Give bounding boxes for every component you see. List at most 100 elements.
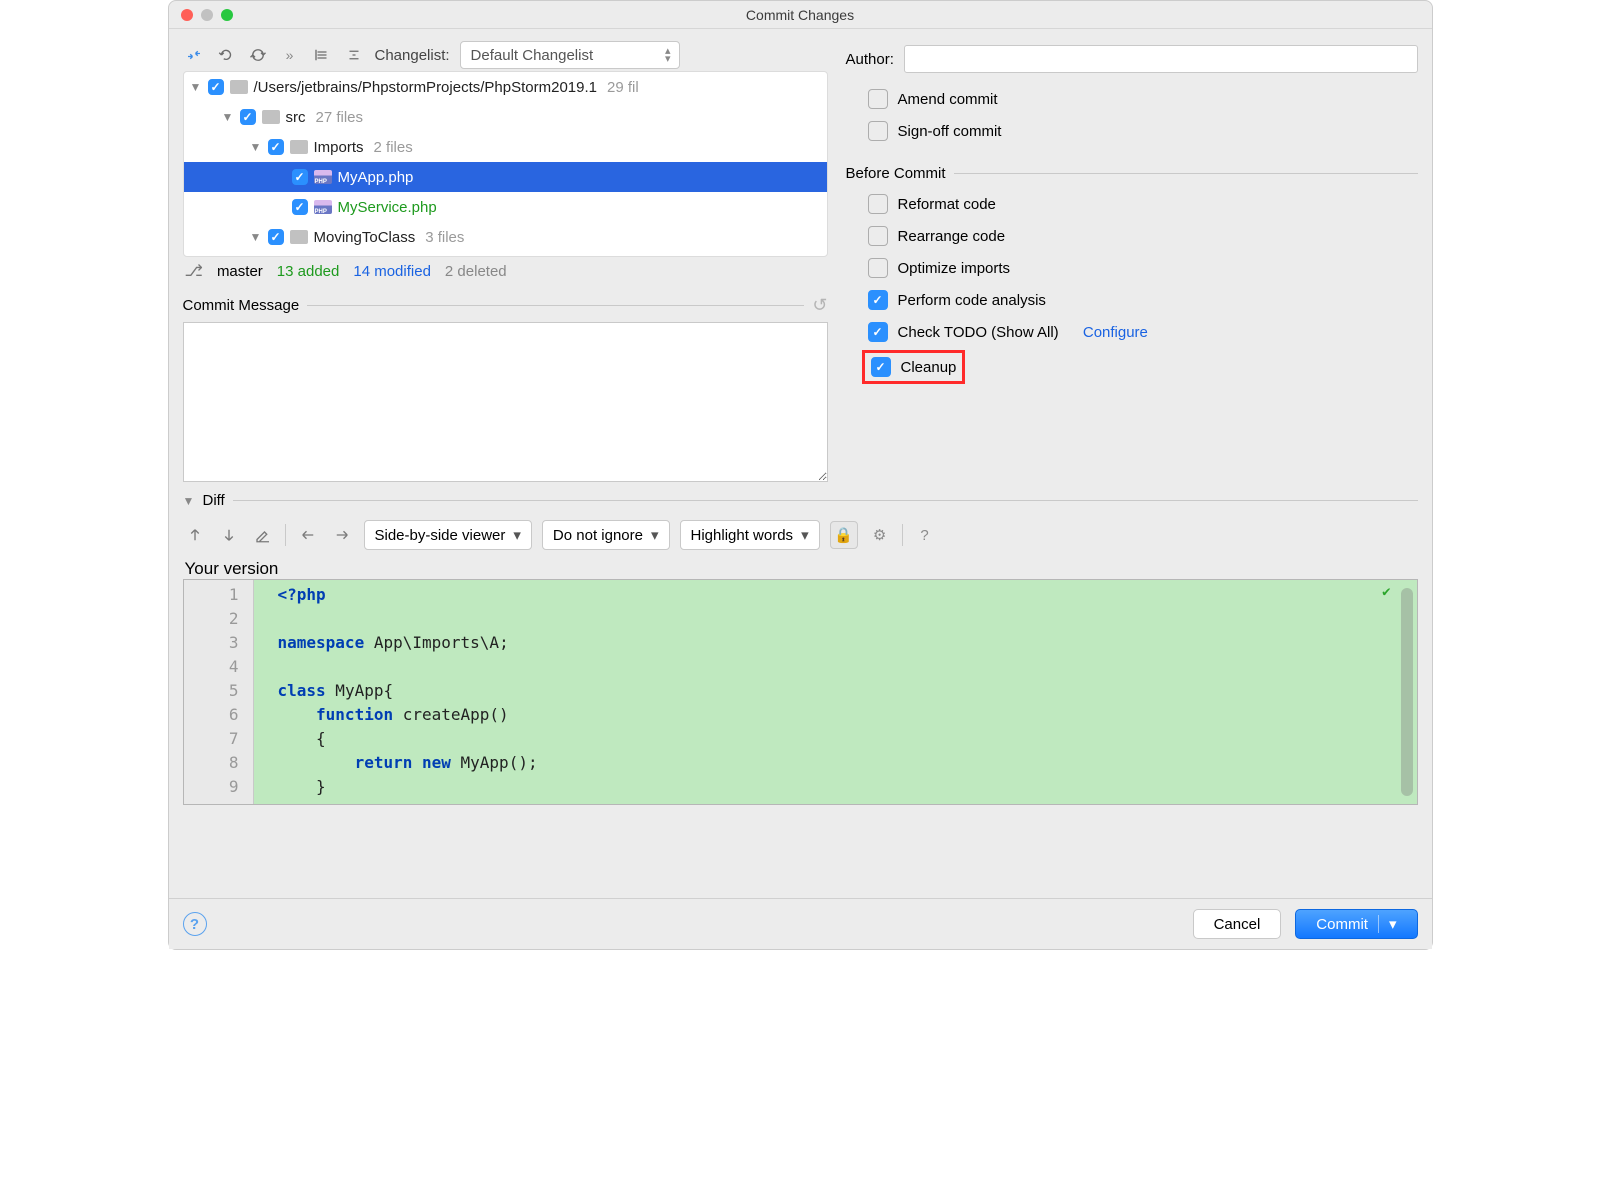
lock-icon[interactable]: 🔒 — [830, 521, 858, 549]
todo-label: Check TODO (Show All) — [898, 324, 1059, 341]
help-button[interactable]: ? — [183, 912, 207, 936]
signoff-label: Sign-off commit — [898, 123, 1002, 140]
tree-src-name: src — [286, 109, 306, 126]
folder-icon — [262, 110, 280, 124]
chevron-down-icon: ▾ — [651, 526, 659, 544]
cancel-button[interactable]: Cancel — [1193, 909, 1282, 939]
vcs-status: ⎇ master 13 added 14 modified 2 deleted — [183, 257, 828, 285]
chevron-down-icon[interactable]: ▼ — [190, 80, 202, 94]
forward-icon[interactable] — [330, 523, 354, 547]
tree-moving[interactable]: ▼ MovingToClass 3 files — [184, 222, 827, 252]
amend-label: Amend commit — [898, 91, 998, 108]
signoff-checkbox[interactable] — [868, 121, 888, 141]
tree-moving-meta: 3 files — [425, 229, 464, 246]
ignore-dropdown[interactable]: Do not ignore▾ — [542, 520, 670, 550]
todo-checkbox[interactable] — [868, 322, 888, 342]
analysis-checkbox[interactable] — [868, 290, 888, 310]
checkbox-myapp[interactable] — [292, 169, 308, 185]
author-label: Author: — [846, 51, 894, 68]
divider — [954, 173, 1418, 174]
folder-icon — [230, 80, 248, 94]
commit-message-input[interactable] — [183, 322, 828, 482]
tree-root[interactable]: ▼ /Users/jetbrains/PhpstormProjects/PhpS… — [184, 72, 827, 102]
tree-src-meta: 27 files — [316, 109, 364, 126]
window-title: Commit Changes — [169, 7, 1432, 23]
commit-button[interactable]: Commit▾ — [1295, 909, 1417, 939]
tree-src[interactable]: ▼ src 27 files — [184, 102, 827, 132]
changelist-value: Default Changelist — [471, 47, 594, 64]
diff-editor[interactable]: 12345678910 <?php namespace App\Imports\… — [183, 579, 1418, 805]
reformat-checkbox[interactable] — [868, 194, 888, 214]
undo-icon[interactable] — [215, 44, 237, 66]
amend-checkbox[interactable] — [868, 89, 888, 109]
history-icon[interactable]: ↺ — [812, 295, 827, 316]
checkbox-src[interactable] — [240, 109, 256, 125]
back-icon[interactable] — [296, 523, 320, 547]
before-commit-label: Before Commit — [846, 165, 946, 182]
checkbox-imports[interactable] — [268, 139, 284, 155]
chevron-down-icon[interactable]: ▼ — [183, 494, 195, 508]
divider — [307, 305, 804, 306]
dialog-footer: ? Cancel Commit▾ — [169, 898, 1432, 949]
diff-toolbar: Side-by-side viewer▾ Do not ignore▾ High… — [183, 515, 1418, 555]
chevron-down-icon[interactable]: ▼ — [250, 230, 262, 244]
author-input[interactable] — [904, 45, 1418, 73]
tree-imports-meta: 2 files — [374, 139, 413, 156]
expand-all-icon[interactable] — [311, 44, 333, 66]
chevron-down-icon[interactable]: ▼ — [222, 110, 234, 124]
tree-root-meta: 29 fil — [607, 79, 639, 96]
tree-imports[interactable]: ▼ Imports 2 files — [184, 132, 827, 162]
added-count: 13 added — [277, 263, 340, 280]
configure-link[interactable]: Configure — [1083, 324, 1148, 341]
changelist-dropdown[interactable]: Default Changelist ▴▾ — [460, 41, 680, 69]
rearrange-checkbox[interactable] — [868, 226, 888, 246]
commit-dialog: Commit Changes » Changelist: Default Cha… — [168, 0, 1433, 950]
diff-section-label: Diff — [203, 492, 225, 509]
checkbox-moving[interactable] — [268, 229, 284, 245]
tree-moving-name: MovingToClass — [314, 229, 416, 246]
optimize-checkbox[interactable] — [868, 258, 888, 278]
branch-name: master — [217, 263, 263, 280]
cleanup-checkbox[interactable] — [871, 357, 891, 377]
checkbox-myservice[interactable] — [292, 199, 308, 215]
window-minimize-icon — [201, 9, 213, 21]
tree-myservice[interactable]: MyService.php — [184, 192, 827, 222]
changes-tree[interactable]: ▼ /Users/jetbrains/PhpstormProjects/PhpS… — [183, 71, 828, 257]
folder-icon — [290, 230, 308, 244]
tree-myapp[interactable]: MyApp.php — [184, 162, 827, 192]
chevron-down-icon[interactable]: ▼ — [250, 140, 262, 154]
modified-count: 14 modified — [353, 263, 431, 280]
gear-icon[interactable]: ⚙ — [868, 523, 892, 547]
scrollbar[interactable] — [1401, 588, 1413, 796]
next-change-icon[interactable] — [217, 523, 241, 547]
collapse-all-icon[interactable] — [343, 44, 365, 66]
help-icon[interactable]: ? — [913, 523, 937, 547]
commit-message-label: Commit Message — [183, 297, 300, 314]
reformat-label: Reformat code — [898, 196, 996, 213]
window-zoom-icon[interactable] — [221, 9, 233, 21]
checkbox-root[interactable] — [208, 79, 224, 95]
show-diff-icon[interactable] — [183, 44, 205, 66]
window-close-icon[interactable] — [181, 9, 193, 21]
refresh-icon[interactable] — [247, 44, 269, 66]
tree-myapp-name: MyApp.php — [338, 169, 414, 186]
divider — [285, 524, 286, 546]
rearrange-label: Rearrange code — [898, 228, 1006, 245]
divider — [902, 524, 903, 546]
deleted-count: 2 deleted — [445, 263, 507, 280]
tree-myservice-name: MyService.php — [338, 199, 437, 216]
more-icon[interactable]: » — [279, 44, 301, 66]
gutter: 12345678910 — [184, 580, 254, 804]
analysis-label: Perform code analysis — [898, 292, 1046, 309]
prev-change-icon[interactable] — [183, 523, 207, 547]
viewer-mode-dropdown[interactable]: Side-by-side viewer▾ — [364, 520, 532, 550]
edit-icon[interactable] — [251, 523, 275, 547]
titlebar: Commit Changes — [169, 1, 1432, 29]
optimize-label: Optimize imports — [898, 260, 1011, 277]
code-content[interactable]: <?php namespace App\Imports\A; class MyA… — [254, 580, 1417, 804]
changelist-label: Changelist: — [375, 47, 450, 64]
chevron-down-icon: ▾ — [513, 526, 521, 544]
highlight-dropdown[interactable]: Highlight words▾ — [680, 520, 820, 550]
folder-icon — [290, 140, 308, 154]
chevron-down-icon[interactable]: ▾ — [1378, 915, 1397, 933]
